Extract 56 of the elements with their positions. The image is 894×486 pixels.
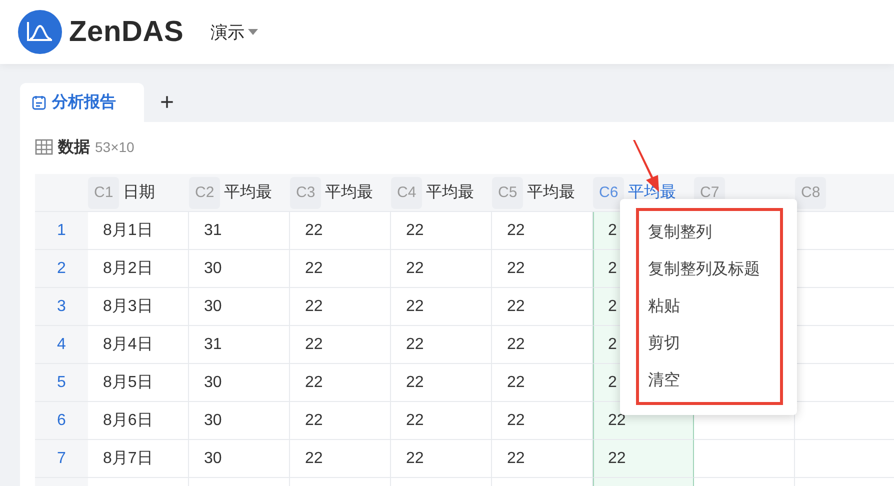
table-cell: 30 — [189, 288, 290, 326]
column-header[interactable]: 平均最 — [426, 182, 474, 203]
header-cell[interactable]: C2 平均最 — [189, 174, 290, 212]
table-cell: 31 — [189, 212, 290, 250]
row-number: 4 — [35, 326, 88, 364]
table-cell: 22 — [391, 212, 492, 250]
table-cell: 22 — [391, 440, 492, 478]
caret-icon — [248, 29, 258, 35]
column-header[interactable]: 日期 — [123, 182, 156, 203]
table-cell: 30 — [189, 402, 290, 440]
logo-icon — [18, 10, 62, 54]
brand-name: ZenDAS — [69, 16, 184, 48]
table-cell: 22 — [290, 440, 391, 478]
table-cell: 22 — [290, 364, 391, 402]
workspace-dropdown[interactable]: 演示 — [210, 20, 258, 44]
table-cell: 22 — [391, 402, 492, 440]
row-number: 2 — [35, 250, 88, 288]
add-tab-button[interactable]: + — [156, 83, 178, 122]
table-cell: 22 — [290, 250, 391, 288]
table-cell: 22 — [290, 212, 391, 250]
report-tab[interactable]: 分析报告 — [20, 83, 144, 122]
table-cell: 31 — [189, 326, 290, 364]
table-cell: 8月4日 — [88, 326, 189, 364]
row-number: 5 — [35, 364, 88, 402]
table-cell: 30 — [189, 250, 290, 288]
header-cell[interactable]: C5 平均最 — [492, 174, 593, 212]
header-cell[interactable]: C3 平均最 — [290, 174, 391, 212]
table-cell: 22 — [391, 250, 492, 288]
header-cell[interactable]: C1 日期 — [88, 174, 189, 212]
column-header[interactable]: 平均最 — [224, 182, 272, 203]
row-number: 6 — [35, 402, 88, 440]
row-number: 3 — [35, 288, 88, 326]
table-cell: 22 — [391, 364, 492, 402]
table-cell: 22 — [391, 326, 492, 364]
column-header[interactable]: 平均最 — [325, 182, 374, 203]
table-cell: 8月3日 — [88, 288, 189, 326]
table-cell: 8月6日 — [88, 402, 189, 440]
table-cell: 8月7日 — [88, 440, 189, 478]
table-cell: 22 — [290, 288, 391, 326]
dataset-title: 数据 — [58, 138, 90, 158]
table-icon — [35, 139, 53, 155]
table-cell: 22 — [290, 326, 391, 364]
row-number: 7 — [35, 440, 88, 478]
header-cell[interactable]: C4 平均最 — [391, 174, 492, 212]
table-cell: 8月1日 — [88, 212, 189, 250]
table-cell: 30 — [189, 364, 290, 402]
dataset-size: 53×10 — [95, 139, 134, 155]
table-cell: 22 — [593, 440, 694, 478]
row-number: 1 — [35, 212, 88, 250]
table-cell: 30 — [189, 440, 290, 478]
document-icon — [32, 95, 46, 110]
column-header[interactable]: 平均最 — [527, 182, 576, 203]
table-cell: 22 — [290, 402, 391, 440]
table-cell: 8月5日 — [88, 364, 189, 402]
table-cell: 22 — [391, 288, 492, 326]
table-cell: 8月2日 — [88, 250, 189, 288]
